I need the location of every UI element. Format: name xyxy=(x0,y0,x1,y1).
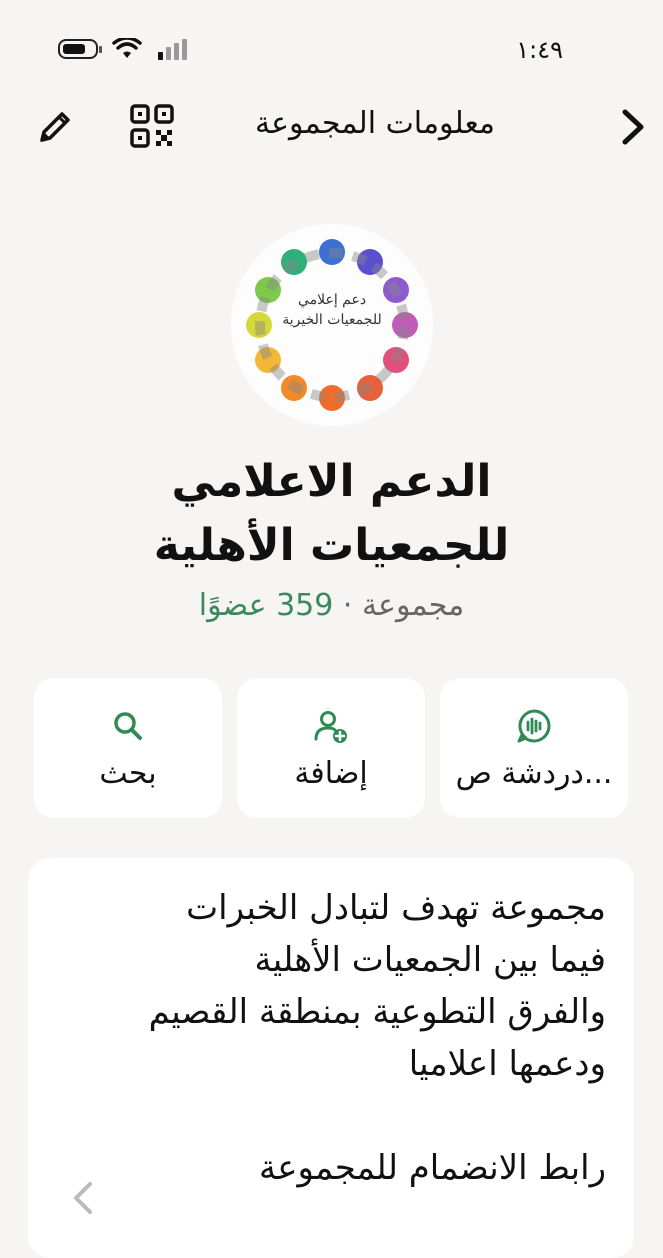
description-line: فيما بين الجمعيات الأهلية xyxy=(254,940,606,980)
voice-chat-icon xyxy=(517,709,551,743)
group-type: مجموعة xyxy=(361,588,465,623)
page-title: معلومات المجموعة xyxy=(255,106,495,141)
status-time: ١:٤٩ xyxy=(516,36,563,64)
search-button[interactable]: بحث xyxy=(34,678,222,818)
description-line: والفرق التطوعية بمنطقة القصيم xyxy=(148,992,606,1032)
group-subtitle: مجموعة · 359 عضوًا xyxy=(0,588,663,623)
subtitle-separator: · xyxy=(333,588,362,623)
avatar-caption-line1: دعم إعلامي xyxy=(297,292,367,308)
add-member-label: إضافة xyxy=(294,756,368,791)
status-bar: ١:٤٩ xyxy=(0,0,663,90)
chevron-left-icon[interactable] xyxy=(68,1178,98,1218)
action-buttons: بحث إضافة دردشة ص... xyxy=(34,678,630,818)
description-card: مجموعة تهدف لتبادل الخبرات فيما بين الجم… xyxy=(28,858,634,1258)
group-avatar[interactable]: دعم إعلامي للجمعيات الخيرية xyxy=(231,224,433,426)
group-name-line1: الدعم الاعلامي xyxy=(171,456,492,507)
description-line: ودعمها اعلاميا xyxy=(408,1044,606,1084)
join-link-label[interactable]: رابط الانضمام للمجموعة xyxy=(259,1148,606,1188)
signal-icon xyxy=(158,39,187,60)
status-icons xyxy=(58,38,190,60)
voice-chat-label: دردشة ص... xyxy=(455,756,613,791)
wifi-icon xyxy=(112,38,142,58)
search-button-label: بحث xyxy=(99,756,157,791)
add-member-button[interactable]: إضافة xyxy=(237,678,425,818)
group-name-line2: للجمعيات الأهلية xyxy=(153,520,510,571)
battery-icon xyxy=(58,39,102,59)
qr-code-icon[interactable] xyxy=(130,104,174,148)
edit-icon[interactable] xyxy=(34,106,76,148)
description-line: مجموعة تهدف لتبادل الخبرات xyxy=(186,888,606,928)
add-person-icon xyxy=(314,711,347,743)
search-icon xyxy=(114,712,142,740)
group-name: الدعم الاعلامي للجمعيات الأهلية xyxy=(0,450,663,578)
avatar-caption-line2: للجمعيات الخيرية xyxy=(282,312,382,328)
member-count[interactable]: 359 عضوًا xyxy=(199,588,334,623)
voice-chat-button[interactable]: دردشة ص... xyxy=(440,678,628,818)
back-chevron-icon[interactable] xyxy=(615,106,649,148)
group-description: مجموعة تهدف لتبادل الخبرات فيما بين الجم… xyxy=(46,882,606,1090)
header: معلومات المجموعة xyxy=(0,92,663,162)
avatar-caption: دعم إعلامي للجمعيات الخيرية xyxy=(231,290,433,330)
